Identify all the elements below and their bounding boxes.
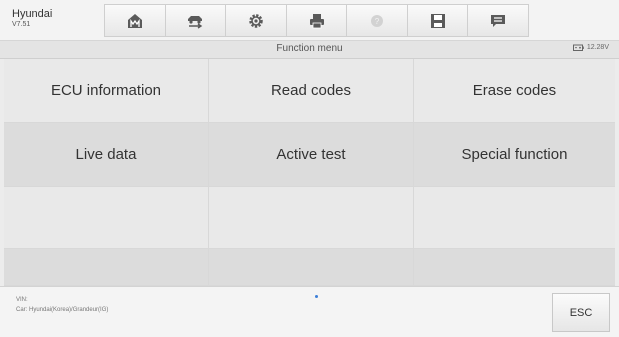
save-button[interactable]: [408, 5, 469, 36]
battery-voltage: 12.28V: [586, 44, 609, 51]
data-logging-button[interactable]: [468, 5, 528, 36]
read-codes-button[interactable]: Read codes: [209, 59, 414, 123]
home-button[interactable]: [105, 5, 166, 36]
page-indicator-dot: [315, 295, 318, 298]
print-button[interactable]: [287, 5, 348, 36]
erase-codes-button[interactable]: Erase codes: [414, 59, 615, 123]
help-button[interactable]: ?: [347, 5, 408, 36]
sub-header: Function menu 12.28V: [0, 41, 619, 59]
vehicle-info: Car: Hyundai(Korea)/Grandeur(IG): [16, 307, 109, 313]
vehicle-swap-icon: [188, 15, 203, 29]
empty-cell: [209, 187, 414, 249]
data-logging-icon: [491, 14, 506, 27]
empty-cell: [4, 187, 209, 249]
vehicle-swap-button[interactable]: [166, 5, 227, 36]
top-bar: Hyundai V7.51 ?: [0, 0, 619, 41]
empty-cell: [414, 249, 615, 286]
vin-label: VIN:: [16, 297, 28, 303]
page-title: Function menu: [276, 43, 343, 54]
home-icon: [127, 13, 142, 28]
help-icon: ?: [371, 14, 384, 27]
brand: Hyundai V7.51: [12, 8, 52, 29]
battery-icon: [572, 44, 584, 51]
brand-name: Hyundai: [12, 8, 53, 20]
software-version: V7.51: [12, 21, 31, 28]
settings-icon: [249, 13, 263, 28]
empty-cell: [414, 187, 615, 249]
function-menu-grid: ECU information Read codes Erase codes L…: [4, 59, 615, 286]
save-icon: [430, 13, 445, 28]
active-test-button[interactable]: Active test: [209, 123, 414, 187]
battery-status: 12.28V: [572, 44, 609, 51]
print-icon: [309, 13, 324, 28]
toolbar: ?: [104, 4, 529, 37]
empty-cell: [209, 249, 414, 286]
svg-text:?: ?: [375, 17, 380, 26]
settings-button[interactable]: [226, 5, 287, 36]
live-data-button[interactable]: Live data: [4, 123, 209, 187]
esc-button[interactable]: ESC: [552, 293, 610, 332]
footer: VIN: Car: Hyundai(Korea)/Grandeur(IG) ES…: [0, 286, 619, 337]
special-function-button[interactable]: Special function: [414, 123, 615, 187]
empty-cell: [4, 249, 209, 286]
ecu-information-button[interactable]: ECU information: [4, 59, 209, 123]
